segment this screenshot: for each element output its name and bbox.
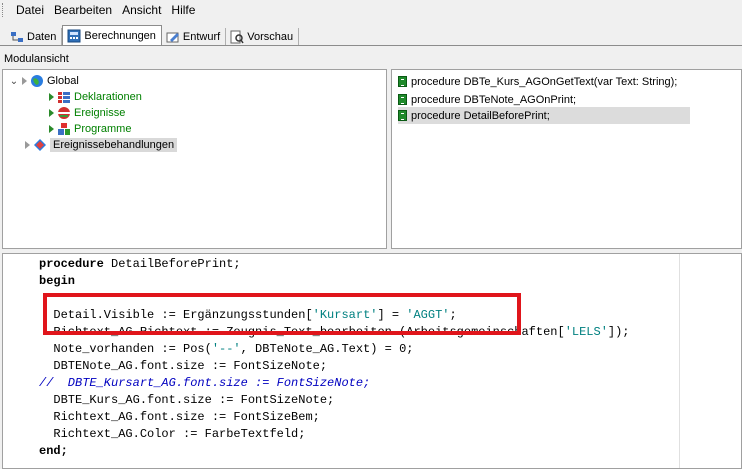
data-icon [10,30,24,44]
tree-label-programme: Programme [74,123,132,135]
code-line: procedure DetailBeforePrint; [39,256,241,273]
code-line: end; [39,444,68,458]
tab-vorschau[interactable]: Vorschau [226,28,300,46]
globe-icon [30,74,44,88]
expand-arrow-icon[interactable] [49,109,54,117]
tree-item-programme[interactable]: Programme [49,121,131,137]
tree-item-deklarationen[interactable]: Deklarationen [49,89,142,105]
procedure-list[interactable]: procedure DBTe_Kurs_AGOnGetText(var Text… [391,69,742,249]
procedure-icon [398,110,407,121]
editor-gutter [3,254,33,468]
procedure-icon [398,94,407,105]
code-text: , DBTeNote_AG.Text) = 0; [240,342,414,356]
menu-hilfe[interactable]: Hilfe [166,0,200,20]
tree-label-ereignisse: Ereignisse [74,107,126,119]
highlight-annotation-box [43,293,521,335]
code-editor[interactable]: procedure DetailBeforePrint; begin Detai… [2,253,742,469]
code-line: DBTE_Kurs_AG.font.size := FontSizeNote; [39,393,335,407]
procedure-label: procedure DBTeNote_AGOnPrint; [411,93,577,106]
tab-divider [0,45,742,46]
menu-datei[interactable]: Datei [11,0,49,20]
table-icon [57,90,71,104]
procedure-icon [398,76,407,87]
procedure-label: procedure DetailBeforePrint; [411,109,550,122]
code-text: ]); [607,325,630,339]
menu-bar: Datei Bearbeiten Ansicht Hilfe [0,0,742,20]
event-handler-icon [33,138,47,152]
tab-daten[interactable]: Daten [6,28,63,46]
tree-label-ereignisbehandlungen: Ereignissebehandlungen [50,138,178,152]
code-comment: // DBTE_Kursart_AG.font.size := FontSize… [39,376,371,390]
tree-item-global[interactable]: ⌄ Global [9,73,79,89]
tab-vorschau-label: Vorschau [247,31,294,43]
string-literal: 'LELS' [564,325,608,339]
tab-berechnungen[interactable]: Berechnungen [62,25,162,46]
string-literal: '--' [211,342,241,356]
expand-arrow-icon[interactable] [25,141,30,149]
code-text: Note_vorhanden := Pos( [39,342,212,356]
tree-label-global: Global [47,75,79,87]
right-margin-line [679,254,680,468]
menu-bearbeiten[interactable]: Bearbeiten [49,0,117,20]
menu-ansicht[interactable]: Ansicht [117,0,166,20]
calc-icon [67,29,81,43]
code-line: Note_vorhanden := Pos('--', DBTeNote_AG.… [39,341,413,358]
tab-bar: Daten Berechnungen Entwurf Vorschau [0,24,742,46]
code-text: DetailBeforePrint; [103,257,241,271]
tree-item-ereignisse[interactable]: Ereignisse [49,105,125,121]
tab-entwurf-label: Entwurf [182,31,221,43]
keyword: procedure [39,257,104,271]
design-icon [166,30,180,44]
module-tree[interactable]: ⌄ Global Deklarationen Ereignisse Progra… [2,69,387,249]
procedure-item-selected[interactable]: procedure DetailBeforePrint; [398,107,690,124]
preview-icon [230,30,244,44]
procedure-item[interactable]: procedure DBTe_Kurs_AGOnGetText(var Text… [398,73,677,90]
programs-icon [57,122,71,136]
expand-arrow-icon[interactable] [49,125,54,133]
chevron-down-icon[interactable]: ⌄ [9,76,19,87]
tab-entwurf[interactable]: Entwurf [162,28,227,46]
code-line: DBTENote_AG.font.size := FontSizeNote; [39,359,328,373]
expand-arrow-icon [22,77,27,85]
code-line: Richtext_AG.Color := FarbeTextfeld; [39,427,306,441]
events-icon [57,106,71,120]
code-line: Richtext_AG.font.size := FontSizeBem; [39,410,320,424]
tree-item-ereignisbehandlungen[interactable]: Ereignissebehandlungen [25,137,178,153]
expand-arrow-icon[interactable] [49,93,54,101]
procedure-item[interactable]: procedure DBTeNote_AGOnPrint; [398,91,576,108]
tab-berechnungen-label: Berechnungen [84,30,156,42]
code-line: begin [39,274,76,288]
menu-grip[interactable] [2,3,9,17]
module-header: Modulansicht [4,53,69,65]
tab-daten-label: Daten [27,31,57,43]
tree-label-deklarationen: Deklarationen [74,91,142,103]
procedure-label: procedure DBTe_Kurs_AGOnGetText(var Text… [411,75,678,88]
